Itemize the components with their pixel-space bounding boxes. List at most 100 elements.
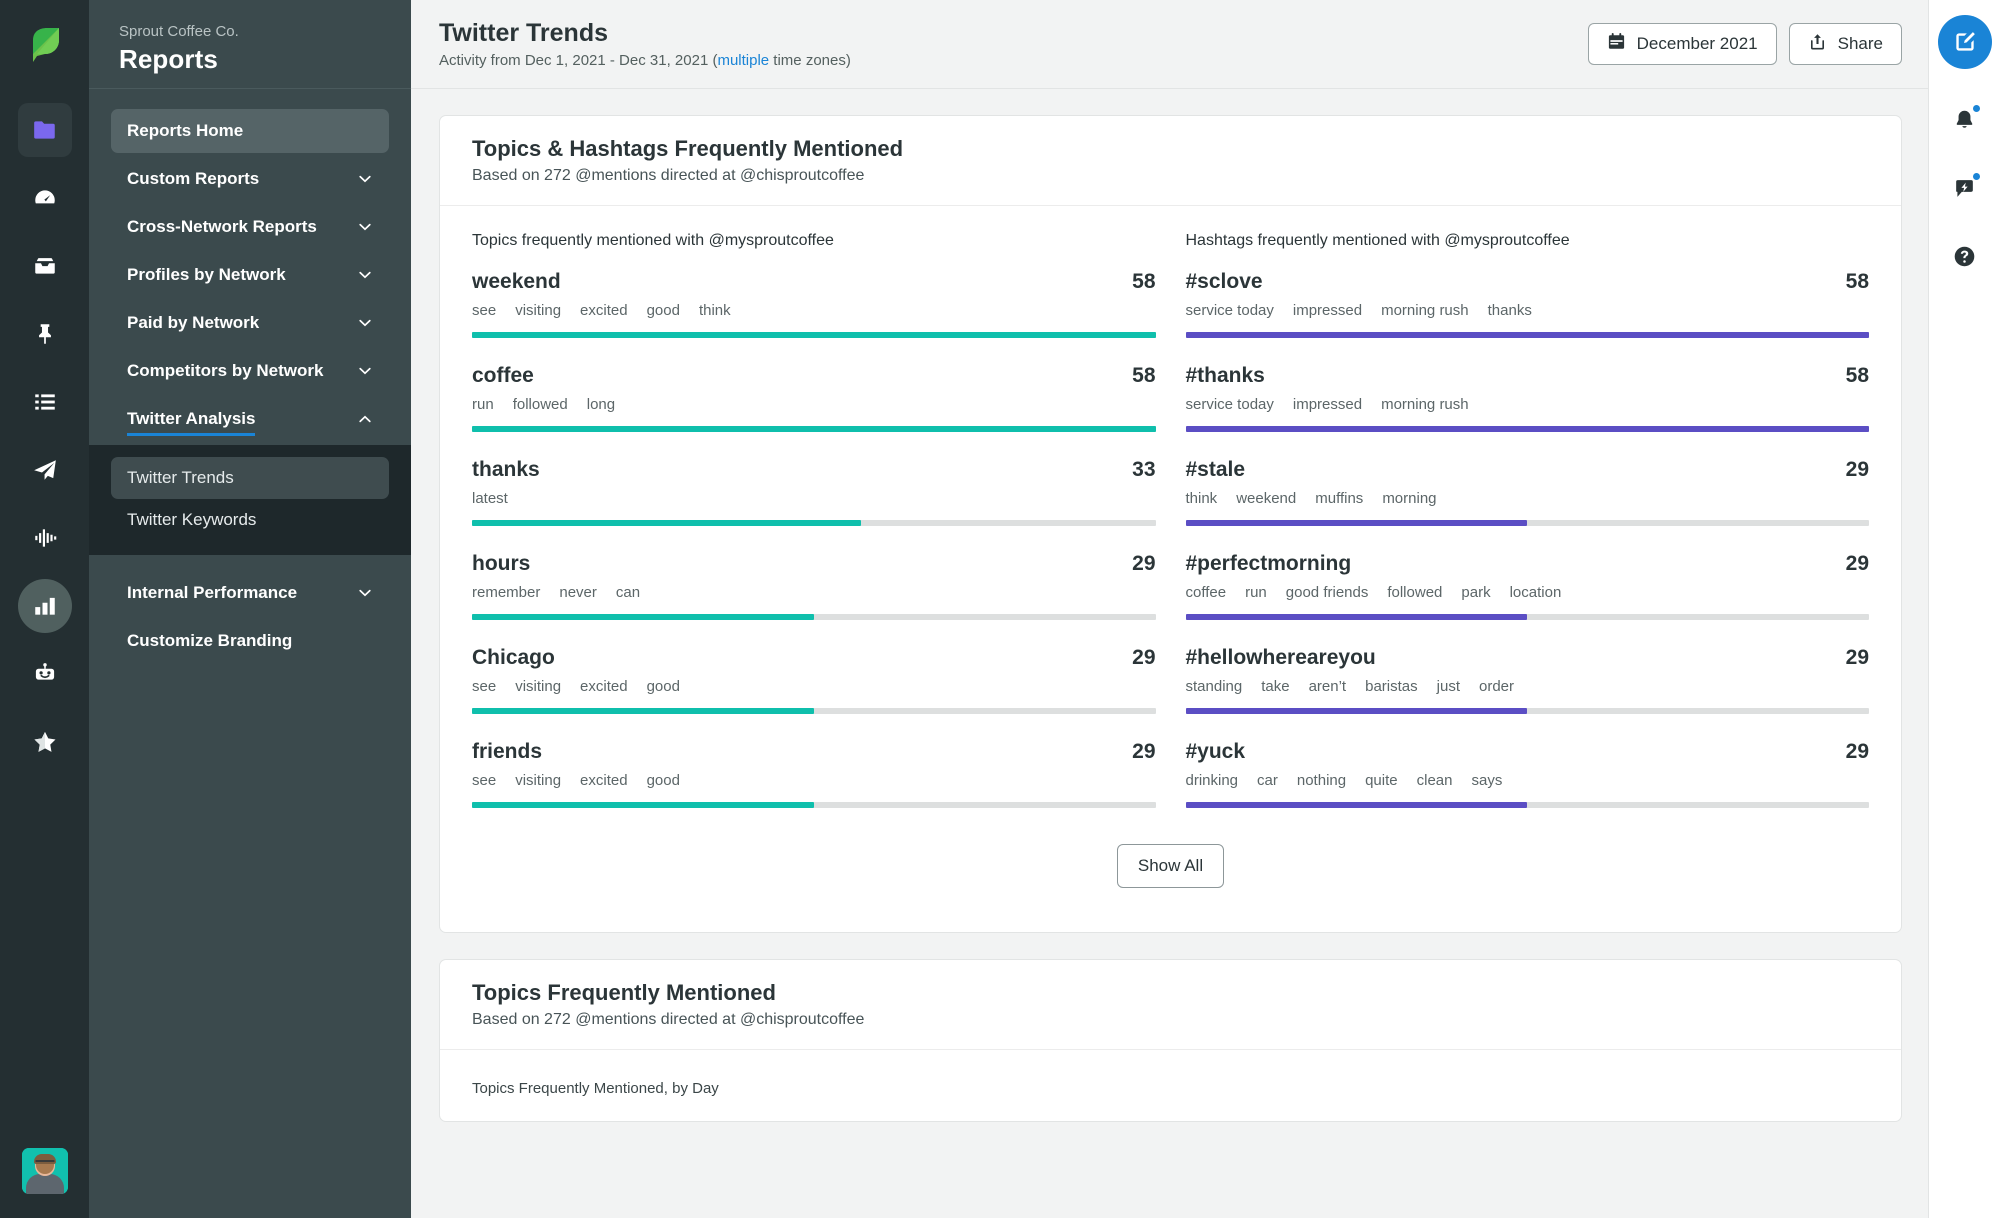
topic-term: coffee bbox=[472, 364, 534, 387]
share-label: Share bbox=[1837, 34, 1883, 53]
table-row[interactable]: friends 29 see visiting excited good bbox=[472, 740, 1156, 834]
hashtag-count: 58 bbox=[1845, 270, 1869, 293]
related-word: followed bbox=[1387, 584, 1443, 601]
table-row[interactable]: #sclove 58 service today impressed morni… bbox=[1185, 270, 1869, 364]
chevron-down-icon bbox=[357, 363, 373, 379]
table-row[interactable]: #hellowhereareyou 29 standing take aren’… bbox=[1185, 646, 1870, 740]
row-top: #yuck 29 bbox=[1186, 740, 1870, 764]
bar-track bbox=[1185, 614, 1869, 620]
sidebar-item-paid-by-network[interactable]: Paid by Network bbox=[111, 301, 389, 345]
sidebar-item-label: Twitter Analysis bbox=[127, 409, 256, 436]
bar-chart-icon[interactable] bbox=[17, 579, 72, 633]
bar-fill bbox=[472, 614, 814, 620]
related-word: impressed bbox=[1292, 396, 1363, 413]
date-range-button[interactable]: December 2021 bbox=[1587, 23, 1777, 65]
utility-rail bbox=[1928, 0, 2000, 1218]
dashboard-gauge-icon[interactable] bbox=[18, 171, 72, 225]
sprout-leaf-logo[interactable] bbox=[0, 0, 89, 89]
topic-count: 58 bbox=[1132, 364, 1156, 387]
table-row[interactable]: #perfectmorning 29 coffee run good frien… bbox=[1185, 552, 1870, 646]
topic-term: hours bbox=[472, 552, 531, 575]
topic-count: 29 bbox=[1132, 646, 1156, 669]
related-word: see bbox=[472, 302, 497, 319]
reports-scroll-area[interactable]: Topics & Hashtags Frequently Mentioned B… bbox=[411, 89, 1928, 1218]
page-title: Twitter Trends bbox=[439, 18, 609, 47]
sidebar-header: Sprout Coffee Co. Reports bbox=[89, 0, 411, 89]
sidebar-item-reports-home[interactable]: Reports Home bbox=[111, 109, 389, 153]
sidebar-item-internal-performance[interactable]: Internal Performance bbox=[111, 571, 389, 615]
sidebar-subitem-twitter-trends[interactable]: Twitter Trends bbox=[111, 457, 389, 499]
sidebar-subitem-twitter-keywords[interactable]: Twitter Keywords bbox=[111, 499, 389, 541]
subtitle-suffix: time zones) bbox=[769, 52, 851, 70]
bar-fill bbox=[472, 332, 1156, 338]
related-word: run bbox=[1245, 584, 1267, 601]
sidebar-item-competitors-by-network[interactable]: Competitors by Network bbox=[111, 349, 389, 393]
share-button[interactable]: Share bbox=[1788, 23, 1902, 65]
table-row[interactable]: thanks 33 latest bbox=[472, 458, 1156, 552]
timezone-link[interactable]: multiple bbox=[717, 52, 769, 69]
avatar-glasses bbox=[35, 1159, 54, 1165]
help-question-icon[interactable] bbox=[1942, 233, 1988, 279]
bolt-message-icon[interactable] bbox=[1942, 165, 1988, 211]
related-word: baristas bbox=[1365, 678, 1418, 695]
show-all-button[interactable]: Show All bbox=[1116, 844, 1225, 888]
list-icon[interactable] bbox=[18, 375, 72, 429]
related-word: take bbox=[1261, 678, 1290, 695]
hashtag-term: #perfectmorning bbox=[1185, 552, 1352, 575]
table-row[interactable]: weekend 58 see visiting excited good thi… bbox=[472, 270, 1156, 364]
listening-waveform-icon[interactable] bbox=[18, 511, 72, 565]
topics-rows: weekend 58 see visiting excited good thi… bbox=[472, 270, 1156, 834]
hashtags-rows: #sclove 58 service today impressed morni… bbox=[1185, 270, 1870, 834]
table-row[interactable]: coffee 58 run followed long bbox=[472, 364, 1156, 458]
avatar-image bbox=[21, 1148, 68, 1194]
table-row[interactable]: Chicago 29 see visiting excited good bbox=[472, 646, 1156, 740]
sidebar-item-cross-network-reports[interactable]: Cross-Network Reports bbox=[111, 205, 389, 249]
topic-count: 29 bbox=[1132, 740, 1156, 763]
hashtags-column-header: Hashtags frequently mentioned with @mysp… bbox=[1185, 232, 1570, 249]
sidebar-item-label: Reports Home bbox=[127, 121, 244, 140]
message-badge bbox=[1970, 171, 1982, 182]
related-word: visiting bbox=[515, 678, 562, 695]
sidebar-item-label: Competitors by Network bbox=[127, 361, 324, 380]
related-word: remember bbox=[472, 584, 541, 601]
card-header: Topics Frequently Mentioned Based on 272… bbox=[440, 960, 1901, 1050]
table-row[interactable]: #thanks 58 service today impressed morni… bbox=[1185, 364, 1869, 458]
table-row[interactable]: hours 29 remember never can bbox=[472, 552, 1156, 646]
topic-term: friends bbox=[472, 740, 543, 763]
row-top: friends 29 bbox=[472, 740, 1156, 764]
related-word: muffins bbox=[1315, 490, 1364, 507]
bar-track bbox=[472, 708, 1156, 714]
compose-pencil-icon[interactable] bbox=[1937, 15, 1992, 69]
chevron-down-icon bbox=[357, 171, 373, 187]
sidebar-item-customize-branding[interactable]: Customize Branding bbox=[111, 619, 389, 663]
row-top: #perfectmorning 29 bbox=[1186, 552, 1870, 576]
user-avatar[interactable] bbox=[21, 1148, 68, 1194]
table-row[interactable]: #stale 29 think weekend muffins morning bbox=[1185, 458, 1869, 552]
sidebar-item-twitter-analysis[interactable]: Twitter Analysis bbox=[111, 397, 389, 441]
related-word: see bbox=[472, 772, 497, 789]
related-words: standing take aren’t baristas just order bbox=[1186, 678, 1870, 695]
related-word: thanks bbox=[1487, 302, 1532, 319]
related-word: location bbox=[1509, 584, 1562, 601]
star-icon[interactable] bbox=[18, 715, 72, 769]
sidebar-item-label: Custom Reports bbox=[127, 169, 260, 188]
inbox-icon[interactable] bbox=[18, 239, 72, 293]
related-word: standing bbox=[1185, 678, 1243, 695]
sidebar-item-profiles-by-network[interactable]: Profiles by Network bbox=[111, 253, 389, 297]
paper-plane-icon[interactable] bbox=[18, 443, 72, 497]
hashtag-count: 29 bbox=[1845, 552, 1869, 575]
card-header: Topics & Hashtags Frequently Mentioned B… bbox=[440, 116, 1901, 206]
bar-fill bbox=[472, 426, 1156, 432]
table-row[interactable]: #yuck 29 drinking car nothing quite clea… bbox=[1185, 740, 1870, 834]
folder-icon[interactable] bbox=[17, 103, 72, 157]
card-body: Topics frequently mentioned with @myspro… bbox=[440, 206, 1901, 932]
bell-notification-icon[interactable] bbox=[1942, 97, 1988, 143]
topic-count: 29 bbox=[1132, 552, 1156, 575]
avatar-body bbox=[25, 1174, 64, 1194]
share-upload-icon bbox=[1808, 32, 1827, 56]
topic-term: thanks bbox=[472, 458, 540, 481]
sidebar-item-custom-reports[interactable]: Custom Reports bbox=[111, 157, 389, 201]
pin-icon[interactable] bbox=[18, 307, 72, 361]
bot-icon[interactable] bbox=[18, 647, 72, 701]
chevron-down-icon bbox=[357, 315, 373, 331]
